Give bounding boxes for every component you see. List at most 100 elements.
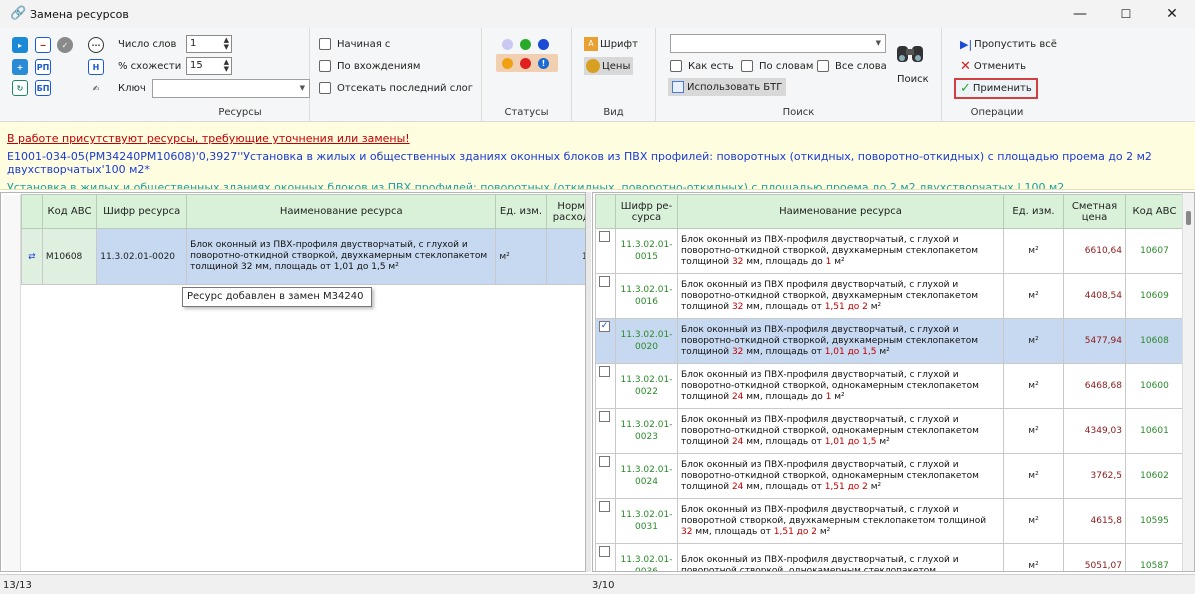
status-green-icon[interactable]: [520, 39, 531, 50]
cancel-button[interactable]: ✕ Отменить: [960, 59, 1026, 74]
word-count-spinner[interactable]: 1 ▲ ▼: [186, 35, 232, 53]
table-row[interactable]: 11.3.02.01-0022 Блок оконный из ПВХ-профи…: [595, 363, 1184, 409]
status-red-icon[interactable]: [520, 58, 531, 69]
search-button[interactable]: Поиск: [897, 74, 929, 85]
scroll-thumb[interactable]: [1186, 211, 1191, 225]
apply-button[interactable]: ✓ Применить: [954, 78, 1038, 99]
header-abc-code[interactable]: Код АВС: [41, 194, 98, 229]
checkbox-box[interactable]: [599, 456, 610, 467]
header-name[interactable]: Наименование ресурса: [186, 194, 497, 229]
add-color-icon[interactable]: ▸: [12, 37, 28, 53]
row-select-checkbox[interactable]: [595, 273, 616, 319]
status-gray-icon[interactable]: [502, 39, 513, 50]
chevron-down-icon[interactable]: ▼: [876, 39, 881, 47]
table-row[interactable]: ⇄ М10608 11.3.02.01-0020 Блок оконный из…: [21, 228, 585, 285]
row-select-checkbox[interactable]: [595, 498, 616, 544]
h-icon[interactable]: Н: [88, 59, 104, 75]
checkbox-box[interactable]: [599, 501, 610, 512]
checkbox-box[interactable]: [741, 60, 753, 72]
header-unit[interactable]: Ед. изм.: [1003, 194, 1064, 229]
row-select-checkbox[interactable]: [595, 363, 616, 409]
spinner-arrows-icon[interactable]: ▲ ▼: [224, 37, 229, 51]
header-unit[interactable]: Ед. изм.: [495, 194, 547, 229]
key-label: Ключ: [118, 83, 146, 94]
header-norm[interactable]: Норма расхода: [545, 194, 585, 229]
table-header-row: Шифр ре-сурса Наименование ресурса Ед. и…: [595, 194, 1184, 229]
warning-title[interactable]: В работе присутствуют ресурсы, требующие…: [7, 132, 410, 145]
row-select-checkbox[interactable]: [595, 453, 616, 499]
table-row[interactable]: 11.3.02.01-0016 Блок оконный из ПВХ профи…: [595, 273, 1184, 319]
vertical-scrollbar[interactable]: [1182, 193, 1194, 571]
checkbox-box[interactable]: [599, 366, 610, 377]
ribbon: ▸ − ✓ + РП ↻ БП ··· Н ✍ Число слов 1 ▲ ▼ %…: [0, 28, 1195, 122]
table-row[interactable]: ✓ 11.3.02.01-0020 Блок оконный из ПВХ-проф…: [595, 318, 1184, 364]
checkbox-box[interactable]: [599, 546, 610, 557]
close-button[interactable]: ✕: [1149, 0, 1195, 28]
as-is-checkbox[interactable]: Как есть: [670, 60, 734, 72]
prices-button[interactable]: Цены: [584, 57, 634, 75]
apply-label: Применить: [972, 83, 1032, 94]
panel-splitter[interactable]: [586, 192, 591, 572]
key-combo[interactable]: ▼: [152, 79, 310, 98]
checkbox-box[interactable]: [319, 82, 331, 94]
status-orange-icon[interactable]: [502, 58, 513, 69]
header-price[interactable]: Сметная цена: [1063, 194, 1126, 229]
thickness-value: 32: [731, 346, 744, 357]
minimize-button[interactable]: —: [1057, 0, 1103, 28]
table-row[interactable]: 11.3.02.01-0023 Блок оконный из ПВХ-профи…: [595, 408, 1184, 454]
checkbox-box[interactable]: [319, 38, 331, 50]
search-query-combo[interactable]: ▼: [670, 34, 886, 53]
skip-all-button[interactable]: ▶| Пропустить всё: [960, 38, 1057, 51]
dots-icon[interactable]: ···: [88, 37, 104, 53]
name-text: мм, площадь от: [743, 346, 825, 357]
font-button[interactable]: A Шрифт: [584, 37, 638, 51]
checkbox-box[interactable]: [670, 60, 682, 72]
pen-icon[interactable]: ✍: [88, 80, 104, 96]
starts-with-checkbox[interactable]: Начиная с: [319, 38, 390, 50]
plus-icon[interactable]: +: [12, 59, 28, 75]
cell-price: 6610,64: [1063, 228, 1126, 274]
maximize-button[interactable]: ☐: [1103, 0, 1149, 28]
cell-cipher: 11.3.02.01-0036: [615, 543, 678, 571]
checkbox-box[interactable]: ✓: [599, 321, 610, 332]
bp-icon[interactable]: БП: [35, 80, 51, 96]
cut-last-syllable-checkbox[interactable]: Отсекать последний слог: [319, 82, 473, 94]
row-select-checkbox[interactable]: [595, 228, 616, 274]
by-words-checkbox[interactable]: По словам: [741, 60, 813, 72]
header-cipher[interactable]: Шифр ресурса: [96, 194, 188, 229]
check-icon[interactable]: ✓: [57, 37, 73, 53]
table-row[interactable]: 11.3.02.01-0036 Блок оконный из ПВХ-профи…: [595, 543, 1184, 571]
checkbox-box[interactable]: [599, 276, 610, 287]
status-info-icon[interactable]: !: [538, 58, 549, 69]
cell-name: Блок оконный из ПВХ-профиля двустворчаты…: [677, 498, 1004, 544]
thickness-value: 24: [731, 391, 744, 402]
cell-name: Блок оконный из ПВХ-профиля двустворчаты…: [677, 318, 1004, 364]
refresh-icon[interactable]: ↻: [12, 80, 28, 96]
rp-icon[interactable]: РП: [35, 59, 51, 75]
checkbox-box[interactable]: [599, 231, 610, 242]
cell-unit: м²: [1003, 273, 1064, 319]
header-cipher[interactable]: Шифр ре-сурса: [615, 194, 678, 229]
status-blue-icon[interactable]: [538, 39, 549, 50]
all-words-checkbox[interactable]: Все слова: [817, 60, 887, 72]
row-select-checkbox[interactable]: ✓: [595, 318, 616, 364]
table-row[interactable]: 11.3.02.01-0024 Блок оконный из ПВХ-профи…: [595, 453, 1184, 499]
checkbox-box[interactable]: [817, 60, 829, 72]
cell-name: Блок оконный из ПВХ профиля двустворчаты…: [677, 273, 1004, 319]
view-group: A Шрифт Цены Вид: [572, 28, 656, 122]
header-name[interactable]: Наименование ресурса: [677, 194, 1004, 229]
by-occurrence-checkbox[interactable]: По вхождениям: [319, 60, 420, 72]
table-row[interactable]: 11.3.02.01-0031 Блок оконный из ПВХ-профи…: [595, 498, 1184, 544]
row-select-checkbox[interactable]: [595, 543, 616, 571]
table-row[interactable]: 11.3.02.01-0015 Блок оконный из ПВХ-профи…: [595, 228, 1184, 274]
row-select-checkbox[interactable]: [595, 408, 616, 454]
checkbox-box[interactable]: [599, 411, 610, 422]
similarity-spinner[interactable]: 15 ▲ ▼: [186, 57, 232, 75]
remove-icon[interactable]: −: [35, 37, 51, 53]
binoculars-icon[interactable]: [894, 40, 926, 66]
checkbox-box[interactable]: [319, 60, 331, 72]
header-abc-code[interactable]: Код АВС: [1125, 194, 1184, 229]
chevron-down-icon[interactable]: ▼: [300, 84, 305, 92]
spinner-arrows-icon[interactable]: ▲ ▼: [224, 59, 229, 73]
use-btg-button[interactable]: Использовать БТГ: [668, 78, 787, 96]
